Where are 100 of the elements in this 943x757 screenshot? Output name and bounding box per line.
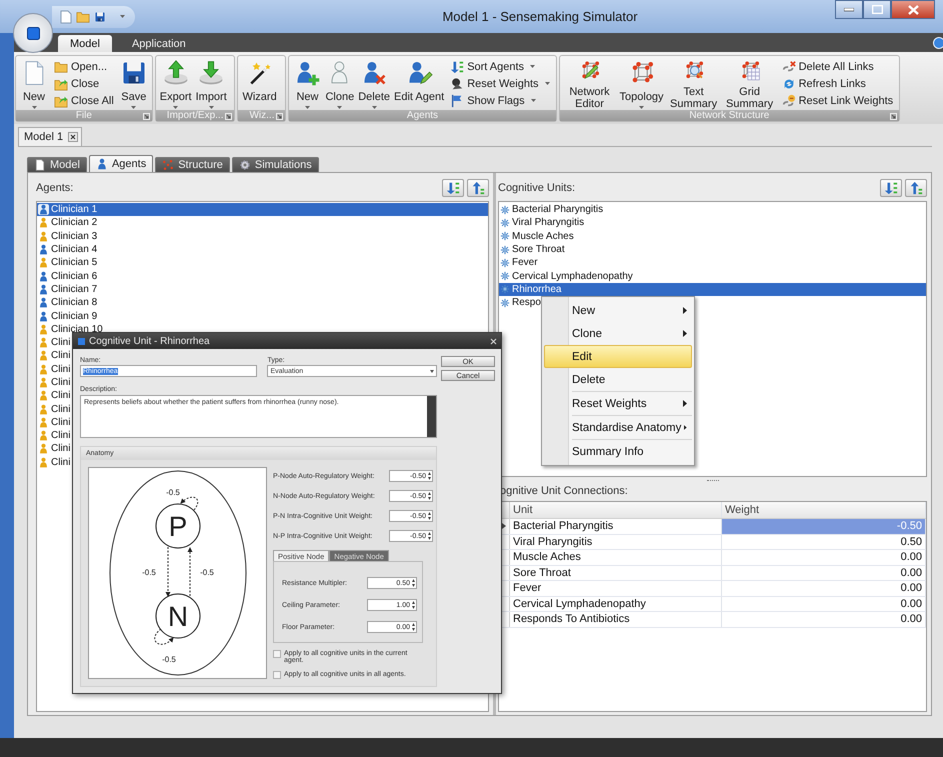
table-cell[interactable]: 0.00 xyxy=(722,581,926,596)
arrow xyxy=(154,628,174,645)
checkbox[interactable] xyxy=(273,671,281,679)
list-item[interactable]: Clini xyxy=(37,362,72,376)
list-item[interactable]: Clinician 7 xyxy=(37,282,100,296)
table-cell[interactable]: 0.00 xyxy=(722,612,926,626)
list-item[interactable]: Clinician 1 xyxy=(37,203,488,216)
dialog-launcher-icon[interactable] xyxy=(225,113,232,120)
ribbon-button[interactable]: Close xyxy=(52,75,116,92)
help-icon[interactable] xyxy=(933,37,943,49)
list-item[interactable]: Clini xyxy=(37,442,72,456)
list-item[interactable]: Clini xyxy=(37,389,72,402)
menu-item[interactable]: Standardise Anatomy xyxy=(544,416,692,439)
table-cell[interactable]: 0.00 xyxy=(722,596,926,611)
ribbon-button[interactable]: Close All xyxy=(52,92,116,109)
column-header[interactable]: Unit xyxy=(510,502,722,518)
ribbon-button[interactable]: Show Flags xyxy=(448,92,552,109)
ribbon-button[interactable]: Text Summary xyxy=(666,57,722,110)
menu-item[interactable]: Edit xyxy=(544,345,692,368)
ribbon-button[interactable]: Sort Agents xyxy=(448,58,552,75)
list-item[interactable]: Clini xyxy=(37,336,72,350)
close-icon[interactable] xyxy=(490,338,497,344)
ribbon-button[interactable]: Grid Summary xyxy=(722,57,778,110)
table-cell[interactable]: 0.50 xyxy=(722,534,926,549)
ribbon-button[interactable]: Reset Link Weights xyxy=(780,92,896,109)
group-label: File xyxy=(76,110,92,121)
view-tab[interactable]: Structure xyxy=(155,157,230,172)
menu-item[interactable]: Delete xyxy=(544,368,692,391)
list-item[interactable]: Clini xyxy=(37,429,72,442)
maximize-button[interactable] xyxy=(863,0,891,19)
checkbox[interactable] xyxy=(273,650,281,658)
close-button[interactable] xyxy=(891,0,935,19)
list-item[interactable]: Respo xyxy=(499,296,543,310)
document-tab[interactable]: Model 1 xyxy=(18,127,82,146)
sort-descending-button[interactable] xyxy=(905,179,927,197)
view-tab[interactable]: Simulations xyxy=(232,157,319,172)
ribbon-button[interactable]: Export xyxy=(158,57,194,110)
column-header[interactable]: Weight xyxy=(722,502,926,518)
ribbon-button[interactable]: New xyxy=(18,57,50,110)
sort-descending-button[interactable] xyxy=(467,179,489,197)
view-tab[interactable]: Model xyxy=(27,157,87,172)
link-reset-icon xyxy=(782,94,796,108)
person-icon xyxy=(38,377,49,388)
table-cell[interactable]: 0.00 xyxy=(722,550,926,564)
list-item[interactable]: Clinician 8 xyxy=(37,296,100,310)
menu-item[interactable]: Summary Info xyxy=(544,440,692,463)
ribbon-button[interactable]: Refresh Links xyxy=(780,75,896,92)
list-item[interactable]: Clinician 4 xyxy=(37,242,100,256)
splitter-grip[interactable] xyxy=(706,480,718,482)
list-item[interactable]: Clinician 3 xyxy=(37,230,100,243)
list-item[interactable]: Clinician 9 xyxy=(37,309,100,323)
panel-label: Agents: xyxy=(36,182,74,194)
folder-icon xyxy=(54,60,68,74)
list-item[interactable]: Clinician 6 xyxy=(37,269,100,283)
list-item[interactable]: Cervical Lymphadenopathy xyxy=(499,269,635,283)
list-item[interactable]: Clinician 2 xyxy=(37,216,100,230)
dialog-launcher-icon[interactable] xyxy=(276,113,284,120)
menu-item[interactable]: Clone xyxy=(544,322,692,345)
minimize-button[interactable] xyxy=(835,0,863,19)
list-item[interactable]: Clinician 10 xyxy=(37,322,105,336)
sort-ascending-button[interactable] xyxy=(442,179,464,197)
list-item[interactable]: Clini xyxy=(37,376,72,390)
ribbon-button[interactable]: Save xyxy=(118,57,150,110)
ribbon-button[interactable]: Clone xyxy=(323,57,356,110)
list-item[interactable]: Viral Pharyngitis xyxy=(499,216,586,230)
table-cell[interactable]: 0.00 xyxy=(722,566,926,580)
list-item[interactable]: Rhinorrhea xyxy=(499,282,926,296)
menu-item[interactable]: Reset Weights xyxy=(544,392,692,415)
ribbon-button[interactable]: Delete xyxy=(356,57,392,110)
ribbon-button[interactable]: Open... xyxy=(52,58,116,75)
ribbon-tab[interactable]: Model xyxy=(58,35,112,52)
link-delete-icon xyxy=(782,60,796,74)
ribbon-button[interactable]: Edit Agent xyxy=(392,57,446,110)
list-item[interactable]: Clinician 5 xyxy=(37,256,100,270)
list-item[interactable]: Bacterial Pharyngitis xyxy=(499,203,606,216)
ribbon-button[interactable]: Wizard xyxy=(240,57,279,110)
sort-ascending-button[interactable] xyxy=(880,179,902,197)
view-tab[interactable]: Agents xyxy=(88,155,154,172)
list-item[interactable]: Fever xyxy=(499,256,540,270)
list-item[interactable]: Sore Throat xyxy=(499,242,567,256)
ribbon-button[interactable]: Delete All Links xyxy=(780,58,896,75)
list-item[interactable]: Clini xyxy=(37,349,72,363)
menu-item[interactable]: New xyxy=(544,299,692,322)
ribbon-button[interactable]: Reset Weights xyxy=(448,75,552,92)
ribbon-tab[interactable]: Application xyxy=(120,35,198,52)
new-document-icon[interactable] xyxy=(60,10,72,24)
unit-icon xyxy=(500,258,510,268)
close-icon[interactable] xyxy=(68,132,78,142)
list-item[interactable]: Muscle Aches xyxy=(499,230,576,243)
ribbon-button[interactable]: Topology xyxy=(618,57,666,110)
close-icon xyxy=(908,4,918,14)
list-item[interactable]: Clini xyxy=(37,456,72,469)
dialog-launcher-icon[interactable] xyxy=(142,113,150,120)
ribbon-button[interactable]: New xyxy=(291,57,324,110)
ribbon-button[interactable]: Import xyxy=(194,57,229,110)
list-item[interactable]: Clini xyxy=(37,416,72,430)
dialog-launcher-icon[interactable] xyxy=(890,113,898,120)
ribbon-button[interactable]: Network Editor xyxy=(562,57,618,110)
list-item[interactable]: Clini xyxy=(37,402,72,416)
caret-icon[interactable] xyxy=(120,15,125,18)
